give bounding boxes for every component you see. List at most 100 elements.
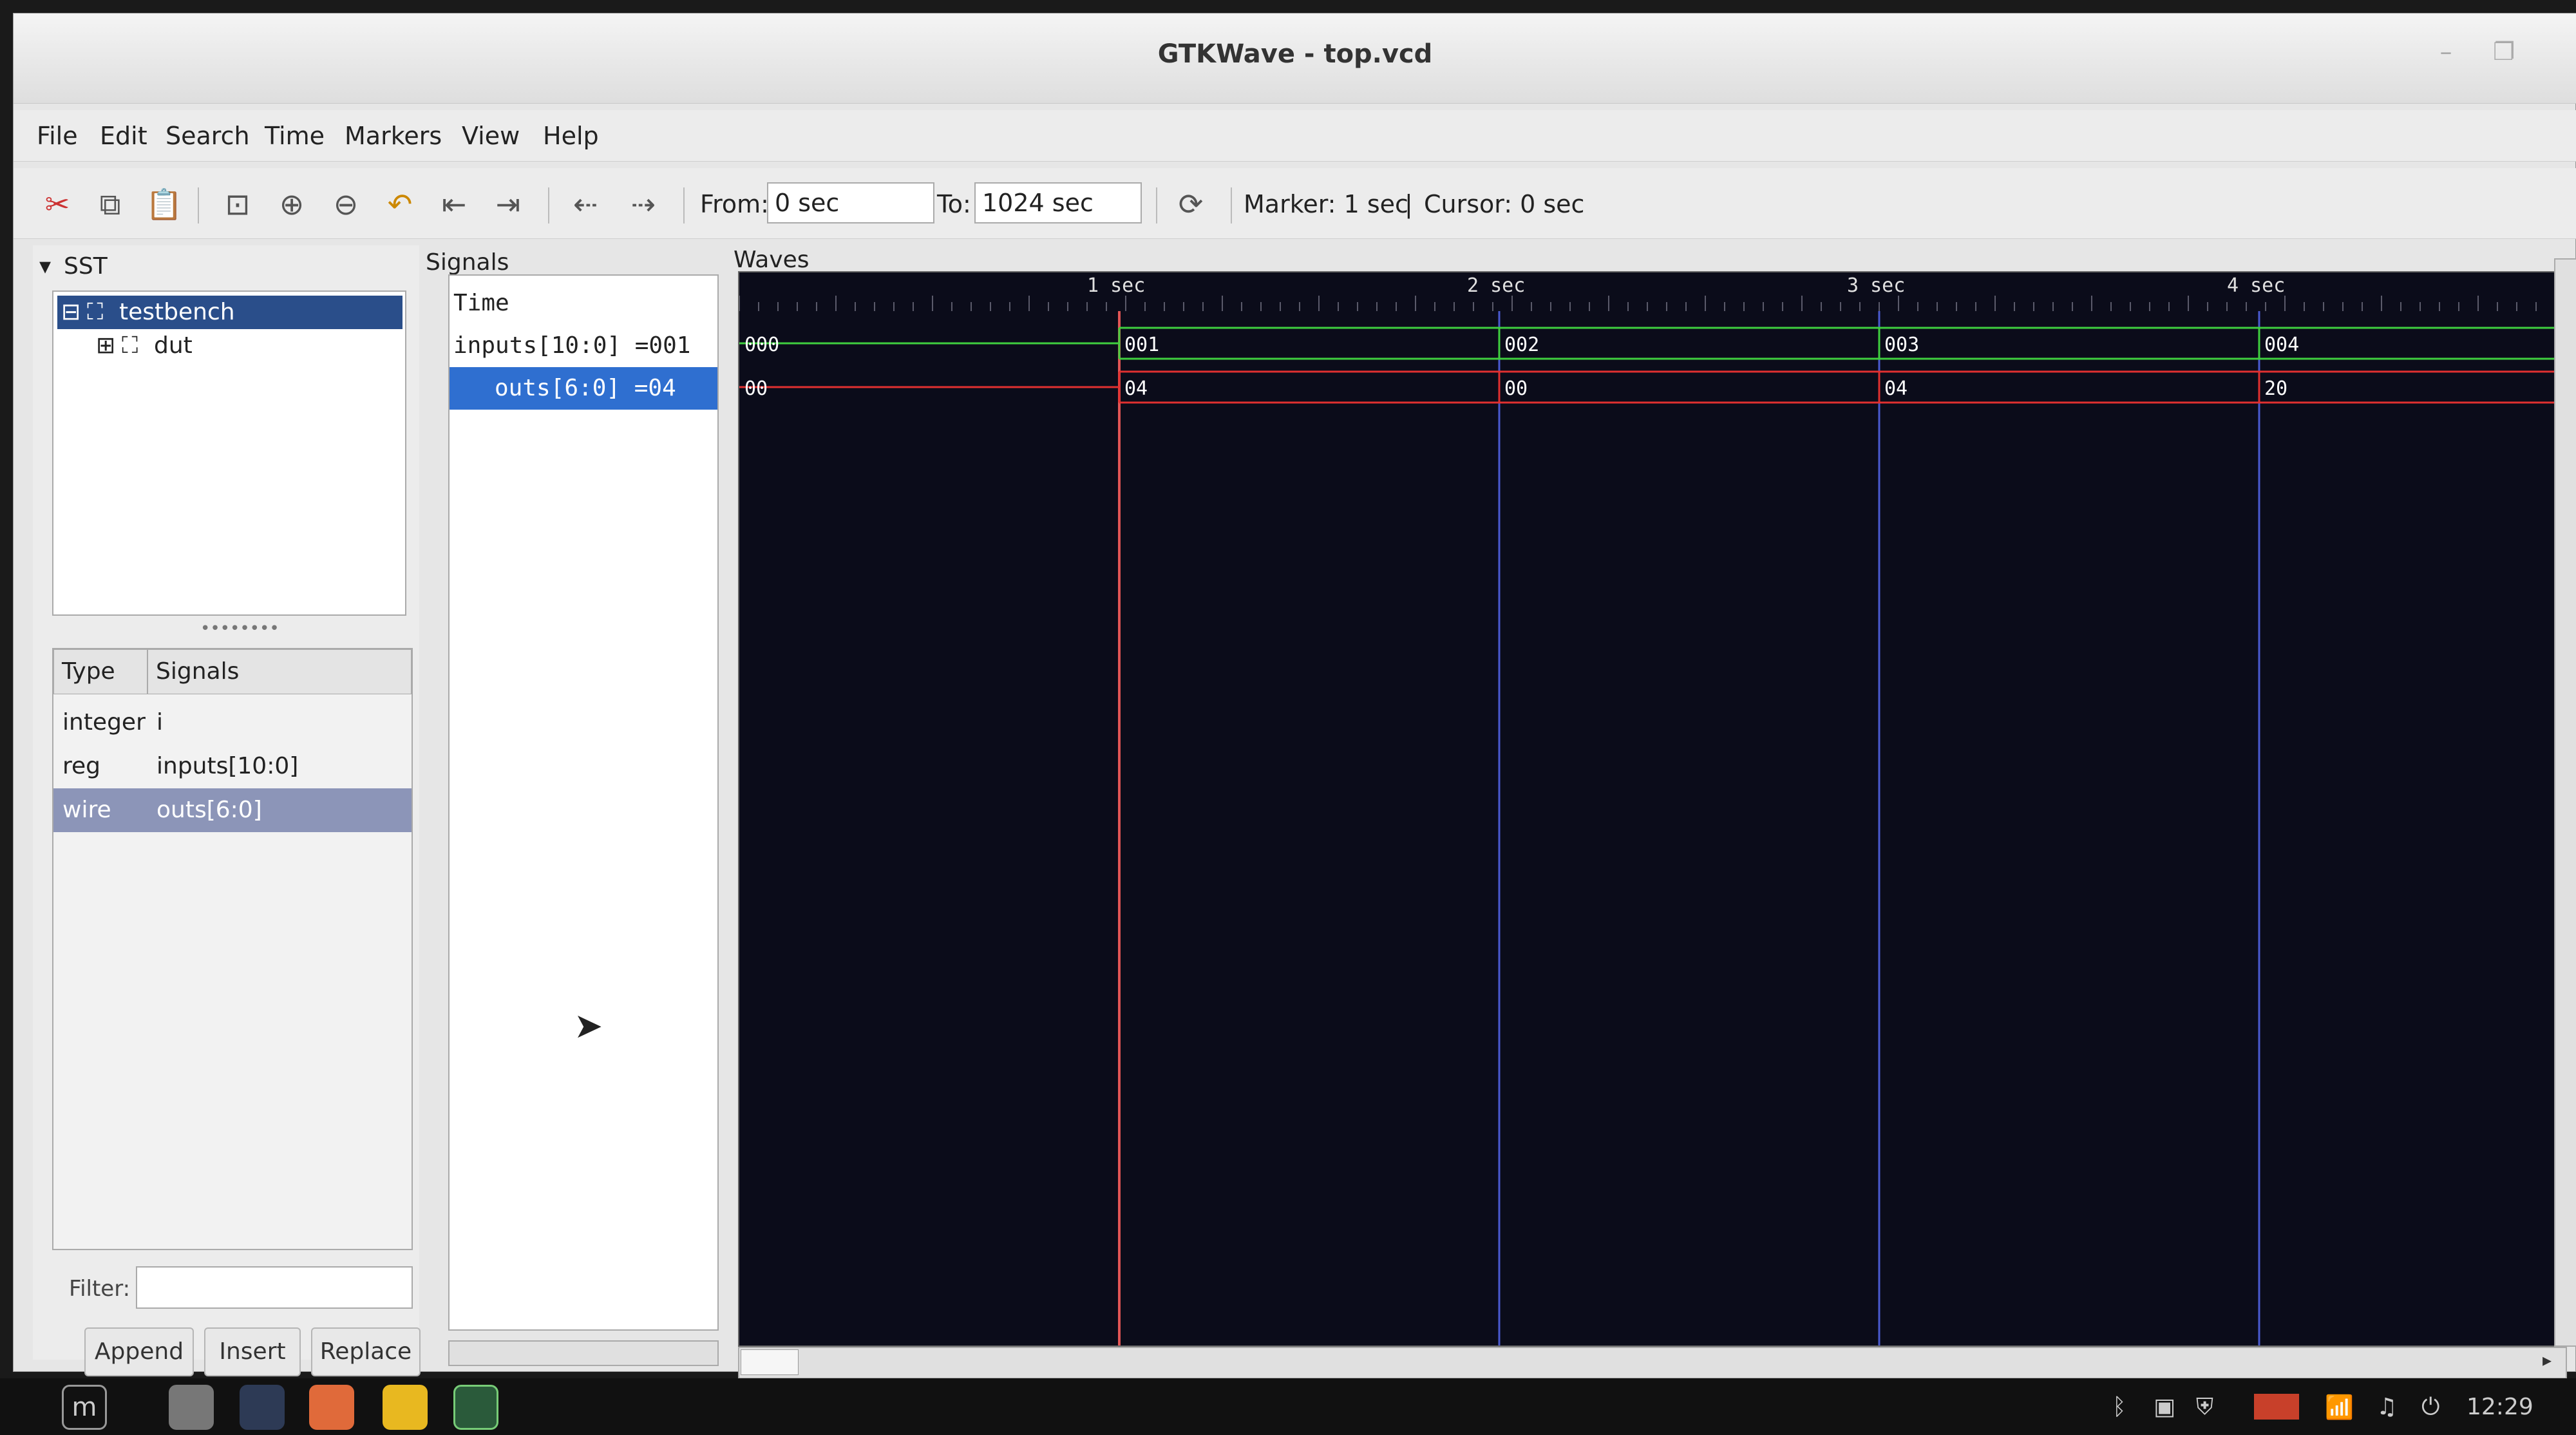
collapse-box-icon[interactable]: ⊟ — [61, 296, 80, 329]
replace-button[interactable]: Replace — [311, 1327, 421, 1376]
signal-row[interactable]: integer i — [53, 701, 412, 745]
window-title: GTKWave - top.vcd — [1157, 39, 1433, 69]
to-label: To: — [937, 190, 971, 218]
time-ruler — [739, 272, 2566, 311]
filter-input[interactable] — [136, 1266, 413, 1309]
cursor-readout: Cursor: 0 sec — [1424, 190, 1585, 218]
from-input[interactable] — [767, 182, 934, 223]
sst-collapse-icon[interactable]: ▾ — [39, 253, 51, 280]
signals-row-time[interactable]: Time — [450, 282, 717, 325]
signals-label: Signals — [426, 249, 509, 276]
zoom-start-icon[interactable]: ⇤ — [430, 180, 478, 229]
tree-node-dut[interactable]: ⊞ ⛶ dut — [57, 329, 402, 363]
bluetooth-icon[interactable]: ᛒ — [2112, 1394, 2126, 1420]
signal-type: wire — [62, 797, 111, 823]
trace-value-label: 002 — [1504, 334, 1539, 356]
title-bar: GTKWave - top.vcd – ❐ — [14, 14, 2576, 104]
trace-value-label: 04 — [1124, 377, 1148, 400]
trace-segment — [1118, 327, 1499, 360]
waves-horizontal-scrollbar[interactable]: ▸ — [738, 1347, 2567, 1379]
clock[interactable]: 12:29 — [2467, 1394, 2533, 1420]
signal-name: i — [156, 709, 164, 736]
trace-value-label: 003 — [1884, 334, 1919, 356]
taskbar: m ᛒ ▣ ⛨ 📶 ♫ ⏻ 12:29 — [0, 1378, 2576, 1435]
mint-menu-icon[interactable]: m — [62, 1385, 107, 1430]
volume-icon[interactable]: ♫ — [2376, 1394, 2397, 1420]
insert-button[interactable]: Insert — [204, 1327, 301, 1376]
zoom-in-icon[interactable]: ⊕ — [267, 180, 316, 229]
clipboard-icon[interactable]: ▣ — [2154, 1394, 2175, 1420]
trace-value-label: 04 — [1884, 377, 1908, 400]
signals-row-inputs[interactable]: inputs[10:0] =001 — [450, 325, 717, 367]
menu-view[interactable]: View — [462, 122, 520, 150]
menu-file[interactable]: File — [37, 122, 78, 150]
copy-icon[interactable]: ⧉ — [86, 180, 135, 229]
cut-icon[interactable]: ✂ — [33, 180, 82, 229]
zoom-end-icon[interactable]: ⇥ — [484, 180, 533, 229]
trace-value-label: 001 — [1124, 334, 1159, 356]
files-icon[interactable] — [169, 1385, 214, 1430]
waves-vertical-scrollbar[interactable] — [2554, 258, 2576, 1347]
shield-icon[interactable]: ⛨ — [2196, 1394, 2213, 1421]
waveform-svg[interactable]: 1 sec 2 sec 3 sec 4 sec 000 001 002 003 004 00 04 0… — [739, 272, 2567, 1347]
trace-segment — [1878, 327, 2259, 360]
readout-separator: | — [1405, 190, 1413, 218]
module-icon: ⛶ — [122, 332, 138, 359]
signals-panel: Signals Time inputs[10:0] =001 outs[6:0]… — [426, 245, 725, 1366]
pane-splitter-handle[interactable]: •••••••• — [200, 620, 279, 637]
browser-icon[interactable] — [309, 1385, 354, 1430]
column-header-type[interactable]: Type — [53, 649, 147, 694]
to-input[interactable] — [974, 182, 1142, 223]
zoom-out-icon[interactable]: ⊖ — [321, 180, 370, 229]
maximize-button[interactable]: ❐ — [2486, 34, 2521, 69]
append-button[interactable]: Append — [84, 1327, 194, 1376]
toolbar-separator — [1231, 187, 1232, 223]
menu-help[interactable]: Help — [543, 122, 599, 150]
column-header-signals[interactable]: Signals — [147, 649, 412, 694]
undo-zoom-icon[interactable]: ↶ — [375, 180, 424, 229]
hierarchy-tree: ⊟ ⛶ testbench ⊞ ⛶ dut — [52, 290, 406, 616]
signal-type: reg — [62, 753, 101, 779]
app-icon[interactable] — [383, 1385, 428, 1430]
menu-markers[interactable]: Markers — [345, 122, 442, 150]
trace-segment — [1498, 370, 1879, 404]
signals-horizontal-scrollbar[interactable] — [448, 1340, 719, 1366]
signal-type: integer — [62, 709, 146, 736]
signals-row-outs[interactable]: outs[6:0] =04 — [450, 367, 717, 410]
trace-value-label: 00 — [744, 377, 768, 400]
gtkwave-task-icon[interactable] — [453, 1385, 498, 1430]
prev-edge-icon[interactable]: ⇠ — [561, 180, 610, 229]
menu-search[interactable]: Search — [166, 122, 250, 150]
signal-row[interactable]: reg inputs[10:0] — [53, 745, 412, 788]
expand-box-icon[interactable]: ⊞ — [96, 329, 115, 363]
waves-panel: Waves 1 sec 2 sec 3 sec 4 sec 000 001 002 003 00… — [728, 245, 2570, 1379]
keyboard-layout-icon[interactable] — [2254, 1394, 2299, 1420]
scroll-right-icon[interactable]: ▸ — [2543, 1349, 2552, 1371]
zoom-fit-icon[interactable]: ⊡ — [213, 180, 262, 229]
menu-edit[interactable]: Edit — [100, 122, 147, 150]
menu-bar: File Edit Search Time Markers View Help — [14, 110, 2576, 162]
signal-name: inputs[10:0] — [156, 753, 299, 779]
power-icon[interactable]: ⏻ — [2421, 1394, 2439, 1421]
scrollbar-thumb[interactable] — [741, 1349, 799, 1375]
wifi-icon[interactable]: 📶 — [2325, 1394, 2354, 1421]
tree-node-testbench[interactable]: ⊟ ⛶ testbench — [57, 296, 402, 329]
ruler-label: 4 sec — [2227, 274, 2285, 297]
next-edge-icon[interactable]: ⇢ — [619, 180, 668, 229]
menu-time[interactable]: Time — [265, 122, 325, 150]
sst-label: SST — [64, 253, 108, 280]
mouse-pointer-icon: ➤ — [574, 1005, 603, 1046]
trace-segment — [2258, 327, 2566, 360]
marker-readout: Marker: 1 sec — [1244, 190, 1408, 218]
waveform-canvas[interactable]: 1 sec 2 sec 3 sec 4 sec 000 001 002 003 004 00 04 0… — [738, 271, 2567, 1347]
trace-segment — [1118, 370, 1499, 404]
terminal-icon[interactable] — [240, 1385, 285, 1430]
trace-segment — [1878, 370, 2259, 404]
reload-icon[interactable]: ⟳ — [1166, 180, 1215, 229]
ruler-label: 1 sec — [1087, 274, 1145, 297]
signal-type-list: Type Signals integer i reg inputs[10:0] … — [52, 648, 413, 1250]
trace-value-label: 00 — [1504, 377, 1528, 400]
signal-row[interactable]: wire outs[6:0] — [53, 788, 412, 832]
minimize-button[interactable]: – — [2429, 34, 2463, 69]
paste-icon[interactable]: 📋 — [140, 180, 189, 229]
